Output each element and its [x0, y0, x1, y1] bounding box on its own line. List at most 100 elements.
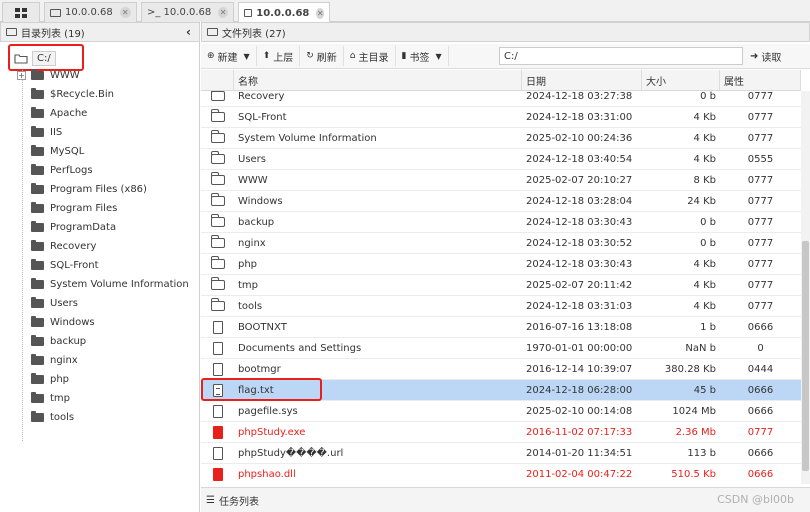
file-icon	[212, 446, 223, 460]
tree-item[interactable]: System Volume Information	[31, 275, 189, 294]
grid-icon	[15, 7, 27, 18]
file-size: 0 b	[700, 237, 716, 249]
file-icon-cell	[201, 254, 234, 275]
new-button[interactable]: ⊕ 新建 ▼	[201, 46, 257, 66]
folder-icon	[31, 202, 44, 213]
file-row[interactable]: bootmgr 2016-12-14 10:39:07 380.28 Kb 0444	[201, 359, 801, 380]
file-date: 2011-02-04 00:47:22	[526, 468, 633, 480]
bookmark-button[interactable]: ▮ 书签 ▼	[396, 46, 449, 66]
vertical-scrollbar[interactable]	[801, 91, 810, 484]
file-date: 2014-01-20 11:34:51	[526, 447, 633, 459]
file-row[interactable]: SQL-Front 2024-12-18 03:31:00 4 Kb 0777	[201, 107, 801, 128]
file-name: tools	[238, 300, 263, 312]
tree-item[interactable]: IIS	[31, 123, 62, 142]
tree-root-node[interactable]: C:/	[14, 49, 56, 67]
home-button[interactable]: ⌂ 主目录	[344, 46, 396, 66]
file-row[interactable]: nginx 2024-12-18 03:30:52 0 b 0777	[201, 233, 801, 254]
file-row[interactable]: tools 2024-12-18 03:31:03 4 Kb 0777	[201, 296, 801, 317]
file-name: bootmgr	[238, 363, 281, 375]
file-perm: 0777	[747, 111, 774, 123]
tab-filemanager-1[interactable]: 10.0.0.68 ✕	[44, 2, 137, 22]
tree-item[interactable]: php	[31, 370, 69, 389]
tree-item[interactable]: tmp	[31, 389, 70, 408]
tab-terminal[interactable]: >_ 10.0.0.68 ✕	[141, 2, 234, 22]
folder-icon	[31, 221, 44, 232]
file-icon	[212, 404, 223, 418]
tree-item[interactable]: Users	[31, 294, 78, 313]
tree-item[interactable]: $Recycle.Bin	[31, 85, 114, 104]
file-name: Windows	[238, 195, 283, 207]
folder-icon	[31, 240, 44, 251]
expand-icon[interactable]: +	[17, 71, 26, 80]
folder-icon	[31, 69, 44, 80]
read-button[interactable]: ➜ 读取	[750, 47, 781, 65]
close-icon[interactable]: ✕	[316, 7, 324, 19]
file-row[interactable]: Users 2024-12-18 03:40:54 4 Kb 0555	[201, 149, 801, 170]
folder-icon	[210, 91, 225, 101]
file-row[interactable]: phpshao.dll 2011-02-04 00:47:22 510.5 Kb 06…	[201, 464, 801, 484]
file-date: 2024-12-18 03:40:54	[526, 153, 633, 165]
file-icon	[212, 320, 223, 334]
tree-item[interactable]: ProgramData	[31, 218, 116, 237]
close-icon[interactable]: ✕	[119, 7, 131, 18]
up-button[interactable]: ⬆ 上层	[257, 46, 301, 66]
date-column-header[interactable]: 日期	[522, 70, 642, 91]
refresh-button[interactable]: ↻ 刷新	[300, 46, 344, 66]
tree-item[interactable]: SQL-Front	[31, 256, 99, 275]
file-toolbar: ⊕新建 ▼ ⬆上层 ↻刷新 ⌂主目录 ▮书签 ▼ ➜读取	[201, 44, 810, 69]
file-row[interactable]: Recovery 2024-12-18 03:27:38 0 b 0777	[201, 91, 801, 107]
tree-item[interactable]: MySQL	[31, 142, 84, 161]
file-perm: 0777	[747, 258, 774, 270]
file-perm: 0	[757, 342, 764, 354]
file-icon-cell	[201, 338, 234, 359]
name-column-header[interactable]: 名称	[234, 70, 522, 91]
tree-item[interactable]: nginx	[31, 351, 78, 370]
file-perm: 0666	[747, 321, 774, 333]
file-name: Users	[238, 153, 267, 165]
tree-item[interactable]: PerfLogs	[31, 161, 93, 180]
tree-item[interactable]: Program Files	[31, 199, 117, 218]
file-size: 0 b	[700, 91, 716, 102]
home-label: 主目录	[358, 52, 389, 64]
tree-item[interactable]: tools	[31, 408, 74, 427]
file-name: SQL-Front	[238, 111, 287, 123]
file-row[interactable]: phpStudy����.url 2014-01-20 11:34:51 113 b…	[201, 443, 801, 464]
file-row[interactable]: WWW 2025-02-07 20:10:27 8 Kb 0777	[201, 170, 801, 191]
tab-filemanager-active[interactable]: 10.0.0.68 ✕	[238, 2, 330, 23]
tree-item-label: MySQL	[50, 146, 85, 157]
file-row[interactable]: flag.txt 2024-12-18 06:28:00 45 b 0666	[201, 380, 801, 401]
file-row[interactable]: php 2024-12-18 03:30:43 4 Kb 0777	[201, 254, 801, 275]
tree-item[interactable]: Recovery	[31, 237, 96, 256]
tree-item[interactable]: Program Files (x86)	[31, 180, 147, 199]
close-icon[interactable]: ✕	[218, 7, 228, 18]
file-row[interactable]: BOOTNXT 2016-07-16 13:18:08 1 b 0666	[201, 317, 801, 338]
file-icon-cell	[201, 380, 234, 401]
file-row[interactable]: tmp 2025-02-07 20:11:42 4 Kb 0777	[201, 275, 801, 296]
path-input[interactable]	[499, 47, 743, 65]
file-row[interactable]: Windows 2024-12-18 03:28:04 24 Kb 0777	[201, 191, 801, 212]
file-row[interactable]: Documents and Settings 1970-01-01 00:00:0…	[201, 338, 801, 359]
file-icon-cell	[201, 233, 234, 254]
file-icon-cell	[201, 128, 234, 149]
tree-item[interactable]: backup	[31, 332, 86, 351]
file-row[interactable]: phpStudy.exe 2016-11-02 07:17:33 2.36 Mb 07…	[201, 422, 801, 443]
file-row[interactable]: System Volume Information 2025-02-10 00:2…	[201, 128, 801, 149]
file-size: 2.36 Mb	[675, 426, 716, 438]
file-icon-cell	[201, 401, 234, 422]
file-row[interactable]: backup 2024-12-18 03:30:43 0 b 0777	[201, 212, 801, 233]
scrollbar-thumb[interactable]	[802, 241, 809, 471]
file-perm: 0777	[747, 91, 774, 102]
file-row[interactable]: pagefile.sys 2025-02-10 00:14:08 1024 Mb 06…	[201, 401, 801, 422]
size-column-header[interactable]: 大小	[642, 70, 720, 91]
file-icon	[212, 425, 223, 439]
collapse-icon[interactable]: ‹	[186, 25, 191, 39]
file-name: flag.txt	[238, 384, 274, 396]
tree-item[interactable]: WWW	[31, 66, 80, 85]
tree-item[interactable]: Windows	[31, 313, 95, 332]
perm-column-header[interactable]: 属性	[720, 70, 801, 91]
grid-menu-button[interactable]	[2, 2, 40, 22]
file-icon-cell	[201, 317, 234, 338]
folder-icon	[31, 373, 44, 384]
tree-item[interactable]: Apache	[31, 104, 87, 123]
folder-icon	[210, 130, 225, 143]
